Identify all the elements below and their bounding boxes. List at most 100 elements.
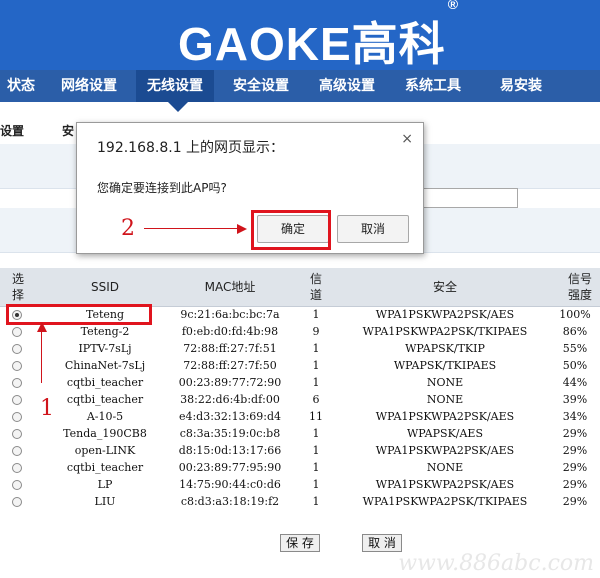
cell-ssid: cqtbi_teacher — [66, 376, 144, 389]
cell-security: NONE — [426, 376, 464, 389]
cell-ssid: LP — [97, 478, 113, 491]
cell-ssid: Teteng-2 — [80, 325, 130, 338]
table-row[interactable]: open-LINK d8:15:0d:13:17:66 1 WPA1PSKWPA2PS… — [0, 442, 600, 459]
cell-channel: 9 — [312, 325, 320, 338]
cell-signal: 100% — [559, 308, 591, 321]
header-channel: 信 道 — [309, 272, 322, 302]
annotation-number-2: 2 — [121, 216, 135, 241]
cell-signal: 39% — [562, 393, 588, 406]
cell-security: WPA1PSKWPA2PSK/TKIPAES — [362, 325, 528, 338]
table-row[interactable]: Tenda_190CB8 c8:3a:35:19:0c:b8 1 WPAPSK/AES… — [0, 425, 600, 442]
cell-ssid: open-LINK — [74, 444, 136, 457]
table-row[interactable]: IPTV-7sLj 72:88:ff:27:7f:51 1 WPAPSK/TKIP 55… — [0, 340, 600, 357]
cell-mac: e4:d3:32:13:69:d4 — [178, 410, 282, 423]
cell-security: NONE — [426, 461, 464, 474]
nav-item-wireless[interactable]: 无线设置 — [136, 70, 214, 102]
cell-security: WPA1PSKWPA2PSK/AES — [375, 410, 515, 423]
cell-signal: 29% — [562, 427, 588, 440]
arrowhead-up-icon — [37, 322, 47, 332]
cell-mac: c8:d3:a3:18:19:f2 — [180, 495, 280, 508]
watermark: www.886abc.com — [398, 551, 594, 576]
cell-security: WPAPSK/TKIP — [405, 342, 485, 355]
header-ssid: SSID — [90, 280, 119, 294]
registered-mark: ® — [447, 0, 460, 12]
cell-channel: 11 — [309, 410, 323, 423]
cell-mac: 9c:21:6a:bc:bc:7a — [180, 308, 280, 321]
nav-item-status[interactable]: 状态 — [0, 70, 42, 102]
cell-mac: 72:88:ff:27:7f:51 — [183, 342, 277, 355]
table-row[interactable]: Teteng-2 f0:eb:d0:fd:4b:98 9 WPA1PSKWPA2PSK… — [0, 323, 600, 340]
table-row[interactable]: LP 14:75:90:44:c0:d6 1 WPA1PSKWPA2PSK/AES 29… — [0, 476, 600, 493]
select-radio[interactable] — [12, 480, 22, 490]
nav-item-easy-setup[interactable]: 易安装 — [490, 70, 552, 102]
nav-item-advanced[interactable]: 高级设置 — [310, 70, 384, 102]
cell-channel: 1 — [312, 342, 320, 355]
cell-mac: 14:75:90:44:c0:d6 — [179, 478, 281, 491]
cell-mac: 38:22:d6:4b:df:00 — [180, 393, 280, 406]
annotation-arrow-1 — [41, 331, 42, 383]
ok-button-highlight — [251, 210, 331, 250]
cell-security: WPAPSK/TKIPAES — [393, 359, 497, 372]
select-radio[interactable] — [12, 497, 22, 507]
cell-ssid: LIU — [94, 495, 116, 508]
cell-security: WPA1PSKWPA2PSK/AES — [375, 478, 515, 491]
cell-ssid: Tenda_190CB8 — [63, 427, 147, 440]
select-radio[interactable] — [12, 429, 22, 439]
table-row[interactable]: LIU c8:d3:a3:18:19:f2 1 WPA1PSKWPA2PSK/TKIP… — [0, 493, 600, 510]
cell-channel: 1 — [312, 444, 320, 457]
select-radio[interactable] — [12, 378, 22, 388]
header-select: 选 择 — [11, 272, 24, 302]
nav-item-security[interactable]: 安全设置 — [224, 70, 298, 102]
brand-logo: GAOKE高科® — [178, 0, 459, 74]
selected-row-highlight — [6, 304, 152, 325]
select-radio[interactable] — [12, 344, 22, 354]
cell-channel: 1 — [312, 461, 320, 474]
header-signal: 信号 强度 — [567, 272, 592, 302]
save-button[interactable]: 保 存 — [280, 534, 320, 552]
select-radio[interactable] — [12, 361, 22, 371]
cell-mac: 00:23:89:77:95:90 — [178, 461, 282, 474]
brand-logo-text: GAOKE高科 — [178, 18, 446, 70]
select-radio[interactable] — [12, 395, 22, 405]
table-row[interactable]: ChinaNet-7sLj 72:88:ff:27:7f:50 1 WPAPSK/TK… — [0, 357, 600, 374]
active-nav-caret — [168, 102, 188, 112]
cancel-dialog-button[interactable]: 取消 — [337, 215, 409, 243]
cancel-button[interactable]: 取 消 — [362, 534, 402, 552]
cell-signal: 50% — [562, 359, 588, 372]
cell-security: WPA1PSKWPA2PSK/AES — [375, 444, 515, 457]
cell-security: WPA1PSKWPA2PSK/AES — [375, 308, 515, 321]
text-field[interactable] — [420, 188, 518, 208]
cell-signal: 29% — [562, 495, 588, 508]
cell-signal: 29% — [562, 444, 588, 457]
table-row[interactable]: A-10-5 e4:d3:32:13:69:d4 11 WPA1PSKWPA2PSK/… — [0, 408, 600, 425]
cell-channel: 1 — [312, 359, 320, 372]
subnav-item-security[interactable]: 安 — [62, 122, 74, 139]
cell-ssid: cqtbi_teacher — [66, 393, 144, 406]
select-radio[interactable] — [12, 327, 22, 337]
table-row[interactable]: cqtbi_teacher 00:23:89:77:72:90 1 NONE 44% — [0, 374, 600, 391]
cell-ssid: IPTV-7sLj — [78, 342, 132, 355]
dialog-message: 您确定要连接到此AP吗? — [97, 181, 227, 195]
dialog-title: 192.168.8.1 上的网页显示： — [97, 140, 285, 156]
header-mac: MAC地址 — [204, 280, 256, 294]
close-icon[interactable]: × — [401, 131, 413, 147]
table-row[interactable]: cqtbi_teacher 00:23:89:77:95:90 1 NONE 29% — [0, 459, 600, 476]
cell-ssid: cqtbi_teacher — [66, 461, 144, 474]
cell-channel: 1 — [312, 478, 320, 491]
subnav-item-settings[interactable]: 设置 — [0, 122, 24, 139]
annotation-arrow-2 — [144, 228, 238, 229]
cell-security: NONE — [426, 393, 464, 406]
header-security: 安全 — [432, 280, 457, 294]
select-radio[interactable] — [12, 412, 22, 422]
cell-mac: 72:88:ff:27:7f:50 — [183, 359, 277, 372]
select-radio[interactable] — [12, 446, 22, 456]
nav-item-network[interactable]: 网络设置 — [52, 70, 126, 102]
cell-signal: 34% — [562, 410, 588, 423]
cell-channel: 1 — [312, 427, 320, 440]
header-banner: GAOKE高科® — [0, 0, 600, 70]
nav-item-system-tools[interactable]: 系统工具 — [396, 70, 470, 102]
main-nav: 状态 网络设置 无线设置 安全设置 高级设置 系统工具 易安装 — [0, 70, 600, 102]
table-row[interactable]: cqtbi_teacher 38:22:d6:4b:df:00 6 NONE 39% — [0, 391, 600, 408]
select-radio[interactable] — [12, 463, 22, 473]
cell-mac: 00:23:89:77:72:90 — [178, 376, 282, 389]
